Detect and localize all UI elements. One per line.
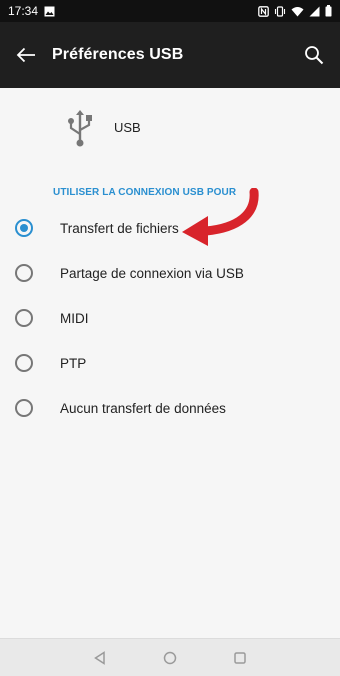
circle-home-icon: [163, 651, 177, 664]
app-bar: Préférences USB: [0, 22, 340, 88]
radio-button[interactable]: [15, 264, 33, 282]
usb-label: USB: [114, 120, 141, 135]
nfc-icon: [258, 5, 269, 17]
triangle-back-icon: [94, 650, 105, 665]
nav-recents-button[interactable]: [228, 646, 252, 670]
status-time: 17:34: [8, 4, 39, 18]
nav-home-button[interactable]: [158, 646, 182, 670]
option-midi[interactable]: MIDI: [0, 296, 340, 340]
usb-icon: [64, 108, 96, 153]
wifi-icon: [291, 6, 304, 17]
radio-button[interactable]: [15, 354, 33, 372]
option-label: Partage de connexion via USB: [60, 265, 244, 281]
radio-button[interactable]: [15, 399, 33, 417]
vibrate-icon: [274, 5, 286, 17]
page-title: Préférences USB: [52, 46, 184, 63]
nav-back-button[interactable]: [88, 646, 112, 670]
image-icon: [44, 6, 55, 17]
option-label: Aucun transfert de données: [60, 400, 226, 416]
navigation-bar: [0, 638, 340, 676]
battery-icon: [325, 5, 332, 17]
annotation-arrow-icon: [176, 187, 262, 255]
back-button[interactable]: [0, 22, 52, 88]
option-label: MIDI: [60, 310, 89, 326]
usb-preferences-list: USB UTILISER LA CONNEXION USB POUR Trans…: [0, 88, 340, 638]
search-button[interactable]: [288, 22, 340, 88]
back-arrow-icon: [16, 47, 35, 63]
option-ptp[interactable]: PTP: [0, 341, 340, 385]
status-bar: 17:34: [0, 0, 340, 22]
square-recents-icon: [234, 651, 246, 664]
option-transfert-fichiers[interactable]: Transfert de fichiers: [0, 206, 340, 250]
option-partage-connexion[interactable]: Partage de connexion via USB: [0, 251, 340, 295]
radio-button[interactable]: [15, 309, 33, 327]
signal-icon: [309, 6, 320, 17]
option-aucun-transfert[interactable]: Aucun transfert de données: [0, 386, 340, 430]
option-label: Transfert de fichiers: [60, 220, 179, 236]
usb-header-row: USB: [0, 106, 340, 150]
option-label: PTP: [60, 355, 87, 371]
radio-button-checked[interactable]: [15, 219, 33, 237]
search-icon: [305, 46, 324, 65]
